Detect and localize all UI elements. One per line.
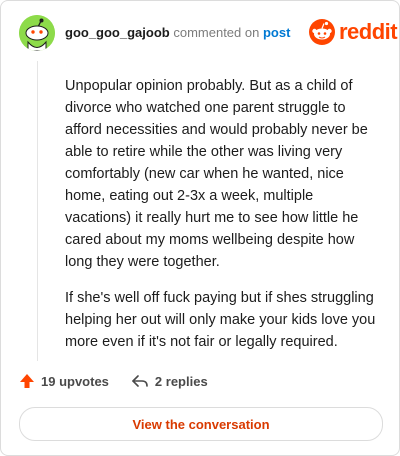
comment-footer: 19 upvotes 2 replies xyxy=(19,373,208,389)
upvotes-button[interactable]: 19 upvotes xyxy=(19,373,109,389)
replies-count: 2 replies xyxy=(154,373,208,389)
thread-line xyxy=(37,61,38,361)
upvotes-count: 19 upvotes xyxy=(41,373,109,389)
comment-paragraph: If she's well off fuck paying but if she… xyxy=(65,290,376,350)
view-conversation-button[interactable]: View the conversation xyxy=(19,407,383,441)
post-link[interactable]: post xyxy=(263,25,290,40)
upvote-arrow-icon xyxy=(20,374,34,388)
comment-body: Unpopular opinion probably. But as a chi… xyxy=(65,75,383,367)
comment-paragraph: Unpopular opinion probably. But as a chi… xyxy=(65,78,368,270)
comment-header: goo_goo_gajoob commented on post xyxy=(65,25,290,40)
reddit-logo[interactable]: reddit xyxy=(309,19,398,45)
snoo-avatar-icon xyxy=(19,15,55,51)
username-link[interactable]: goo_goo_gajoob xyxy=(65,25,170,40)
reddit-snoo-icon xyxy=(309,19,335,45)
commented-on-text: commented on xyxy=(173,25,260,40)
replies-button[interactable]: 2 replies xyxy=(131,373,208,389)
reddit-wordmark: reddit xyxy=(339,19,398,44)
reply-arrow-icon xyxy=(132,375,148,387)
comment-card: goo_goo_gajoob commented on post reddit … xyxy=(0,0,400,456)
user-avatar[interactable] xyxy=(19,15,55,51)
